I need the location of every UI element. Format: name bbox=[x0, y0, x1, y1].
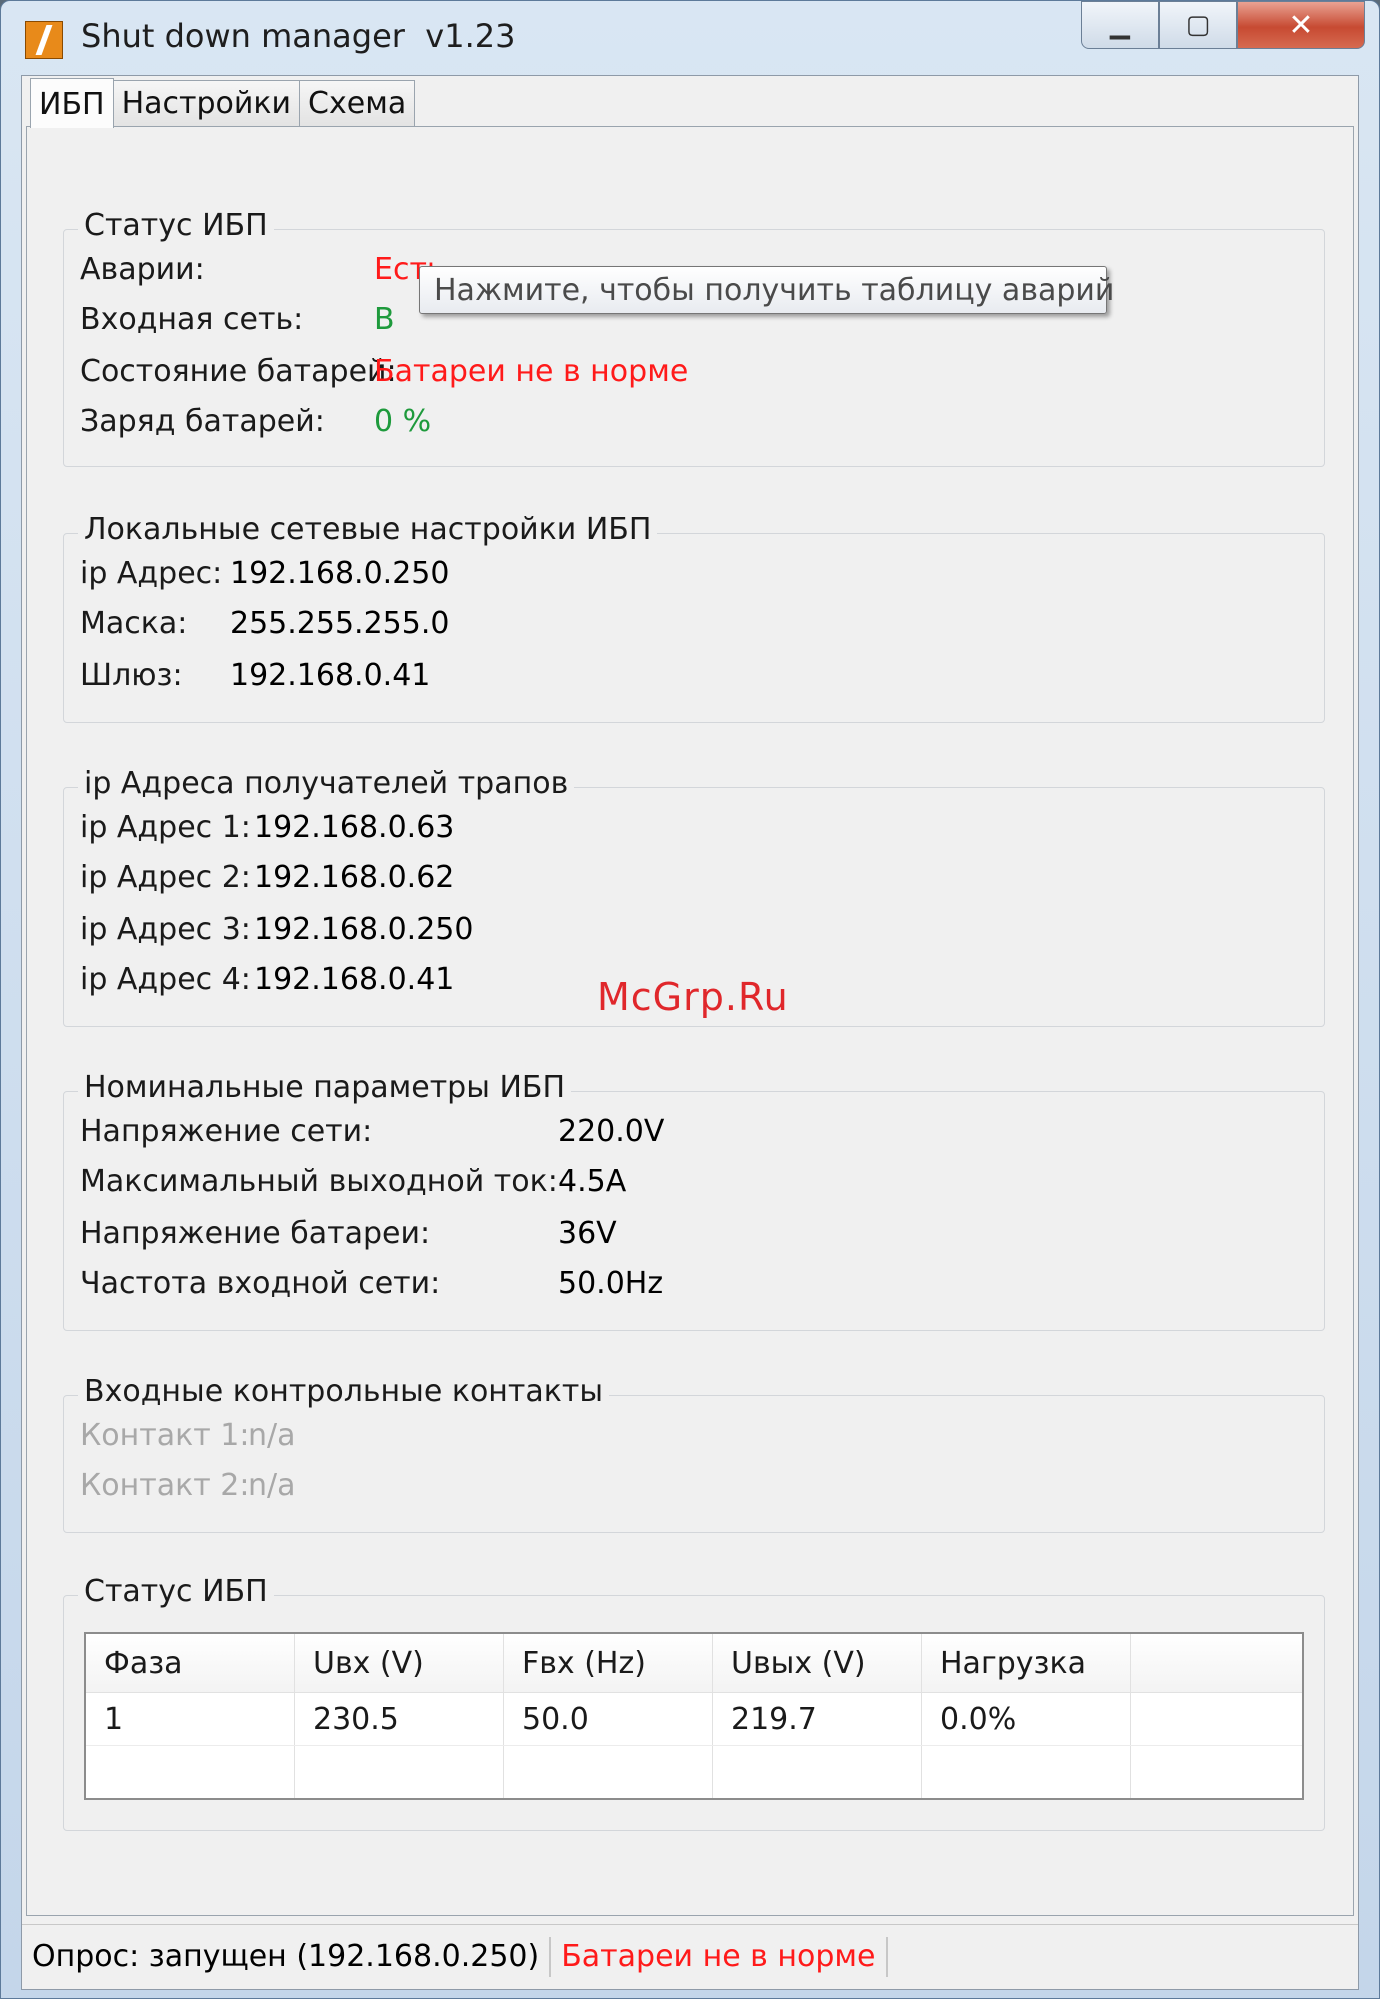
column-header[interactable]: Нагрузка bbox=[921, 1633, 1131, 1693]
table-row[interactable]: 1 230.5 50.0 219.7 0.0% bbox=[85, 1692, 1304, 1746]
client-area: ИБП Настройки Схема Статус ИБП Аварии: Е… bbox=[21, 75, 1359, 1990]
maximize-icon: ▢ bbox=[1185, 10, 1211, 40]
table-cell bbox=[1130, 1692, 1304, 1746]
control-contacts-group: Входные контрольные контакты Контакт 1: … bbox=[63, 1374, 1325, 1533]
maximize-button[interactable]: ▢ bbox=[1159, 1, 1237, 49]
status-bar: Опрос: запущен (192.168.0.250) Батареи н… bbox=[22, 1924, 1358, 1989]
app-icon[interactable] bbox=[25, 21, 63, 59]
group-title: Статус ИБП bbox=[78, 208, 274, 243]
contact-value: n/a bbox=[248, 1418, 296, 1453]
nominal-label: Частота входной сети: bbox=[80, 1266, 441, 1301]
charge-value: 0 % bbox=[374, 404, 432, 439]
ups-status-group: Статус ИБП Аварии: Есть Входная сеть: В … bbox=[63, 208, 1325, 467]
tab-strip: ИБП Настройки Схема bbox=[30, 78, 416, 128]
gateway-value: 192.168.0.41 bbox=[230, 658, 431, 693]
column-header[interactable]: Uвх (V) bbox=[294, 1633, 504, 1693]
trap-ip-value: 192.168.0.62 bbox=[254, 860, 455, 895]
trap-ip-label: ip Адрес 4: bbox=[80, 962, 251, 997]
table-header-row: Фаза Uвх (V) Fвх (Hz) Uвых (V) Нагрузка bbox=[85, 1633, 1304, 1693]
group-title: Статус ИБП bbox=[78, 1574, 274, 1609]
mask-value: 255.255.255.0 bbox=[230, 606, 450, 641]
table-cell bbox=[921, 1745, 1131, 1800]
mask-label: Маска: bbox=[80, 606, 188, 641]
contact-value: n/a bbox=[248, 1468, 296, 1503]
tab-settings[interactable]: Настройки bbox=[112, 80, 301, 126]
trap-ip-label: ip Адрес 1: bbox=[80, 810, 251, 845]
poll-status: Опрос: запущен (192.168.0.250) bbox=[22, 1937, 552, 1977]
group-title: Входные контрольные контакты bbox=[78, 1374, 610, 1409]
close-button[interactable]: ✕ bbox=[1237, 1, 1365, 49]
table-cell: 0.0% bbox=[921, 1692, 1131, 1746]
trap-ip-value: 192.168.0.250 bbox=[254, 912, 474, 947]
trap-ip-label: ip Адрес 2: bbox=[80, 860, 251, 895]
contact-label: Контакт 1: bbox=[80, 1418, 250, 1453]
table-cell bbox=[85, 1745, 295, 1800]
column-header[interactable]: Uвых (V) bbox=[712, 1633, 922, 1693]
table-cell bbox=[503, 1745, 713, 1800]
nominal-label: Напряжение сети: bbox=[80, 1114, 373, 1149]
tab-ups[interactable]: ИБП bbox=[30, 78, 114, 128]
tab-panel-ups: Статус ИБП Аварии: Есть Входная сеть: В … bbox=[26, 126, 1354, 1916]
table-cell: 230.5 bbox=[294, 1692, 504, 1746]
group-title: Локальные сетевые настройки ИБП bbox=[78, 512, 658, 547]
table-cell: 50.0 bbox=[503, 1692, 713, 1746]
column-header-empty bbox=[1130, 1633, 1304, 1693]
table-cell: 1 bbox=[85, 1692, 295, 1746]
trap-ip-label: ip Адрес 3: bbox=[80, 912, 251, 947]
minimize-button[interactable]: ▁ bbox=[1081, 1, 1159, 49]
contact-label: Контакт 2: bbox=[80, 1468, 250, 1503]
phase-table[interactable]: Фаза Uвх (V) Fвх (Hz) Uвых (V) Нагрузка … bbox=[84, 1632, 1304, 1800]
nominal-value: 36V bbox=[558, 1216, 617, 1251]
table-cell bbox=[712, 1745, 922, 1800]
nominal-params-group: Номинальные параметры ИБП Напряжение сет… bbox=[63, 1070, 1325, 1331]
alarms-label: Аварии: bbox=[80, 252, 205, 287]
phase-status-group: Статус ИБП Фаза Uвх (V) Fвх (Hz) Uвых (V… bbox=[63, 1574, 1325, 1831]
tab-scheme[interactable]: Схема bbox=[299, 80, 416, 126]
app-window: Shut down manager v1.23 ▁ ▢ ✕ ИБП Настро… bbox=[0, 0, 1380, 1999]
table-row-empty bbox=[85, 1745, 1304, 1800]
battery-state-label: Состояние батарей: bbox=[80, 354, 397, 389]
trap-ip-value: 192.168.0.63 bbox=[254, 810, 455, 845]
gateway-label: Шлюз: bbox=[80, 658, 183, 693]
battery-alert-status: Батареи не в норме bbox=[551, 1937, 888, 1977]
minimize-icon: ▁ bbox=[1110, 10, 1130, 40]
nominal-value: 4.5A bbox=[558, 1164, 627, 1199]
window-title: Shut down manager v1.23 bbox=[81, 17, 516, 55]
charge-label: Заряд батарей: bbox=[80, 404, 325, 439]
battery-state-value: Батареи не в норме bbox=[374, 354, 689, 389]
input-value: В bbox=[374, 302, 395, 337]
group-title: ip Адреса получателей трапов bbox=[78, 766, 575, 801]
caption-buttons: ▁ ▢ ✕ bbox=[1081, 1, 1365, 51]
nominal-value: 220.0V bbox=[558, 1114, 665, 1149]
column-header[interactable]: Фаза bbox=[85, 1633, 295, 1693]
alarm-tooltip: Нажмите, чтобы получить таблицу аварий bbox=[419, 266, 1114, 314]
network-group: Локальные сетевые настройки ИБП ip Адрес… bbox=[63, 512, 1325, 723]
nominal-value: 50.0Hz bbox=[558, 1266, 664, 1301]
nominal-label: Максимальный выходной ток: bbox=[80, 1164, 558, 1199]
trap-ip-value: 192.168.0.41 bbox=[254, 962, 455, 997]
table-cell bbox=[294, 1745, 504, 1800]
watermark: McGrp.Ru bbox=[597, 975, 789, 1019]
input-label: Входная сеть: bbox=[80, 302, 304, 337]
title-bar[interactable]: Shut down manager v1.23 ▁ ▢ ✕ bbox=[1, 1, 1379, 73]
table-cell: 219.7 bbox=[712, 1692, 922, 1746]
group-title: Номинальные параметры ИБП bbox=[78, 1070, 572, 1105]
table-cell bbox=[1130, 1745, 1304, 1800]
nominal-label: Напряжение батареи: bbox=[80, 1216, 431, 1251]
close-icon: ✕ bbox=[1288, 7, 1314, 43]
ip-value: 192.168.0.250 bbox=[230, 556, 450, 591]
ip-label: ip Адрес: bbox=[80, 556, 223, 591]
column-header[interactable]: Fвх (Hz) bbox=[503, 1633, 713, 1693]
